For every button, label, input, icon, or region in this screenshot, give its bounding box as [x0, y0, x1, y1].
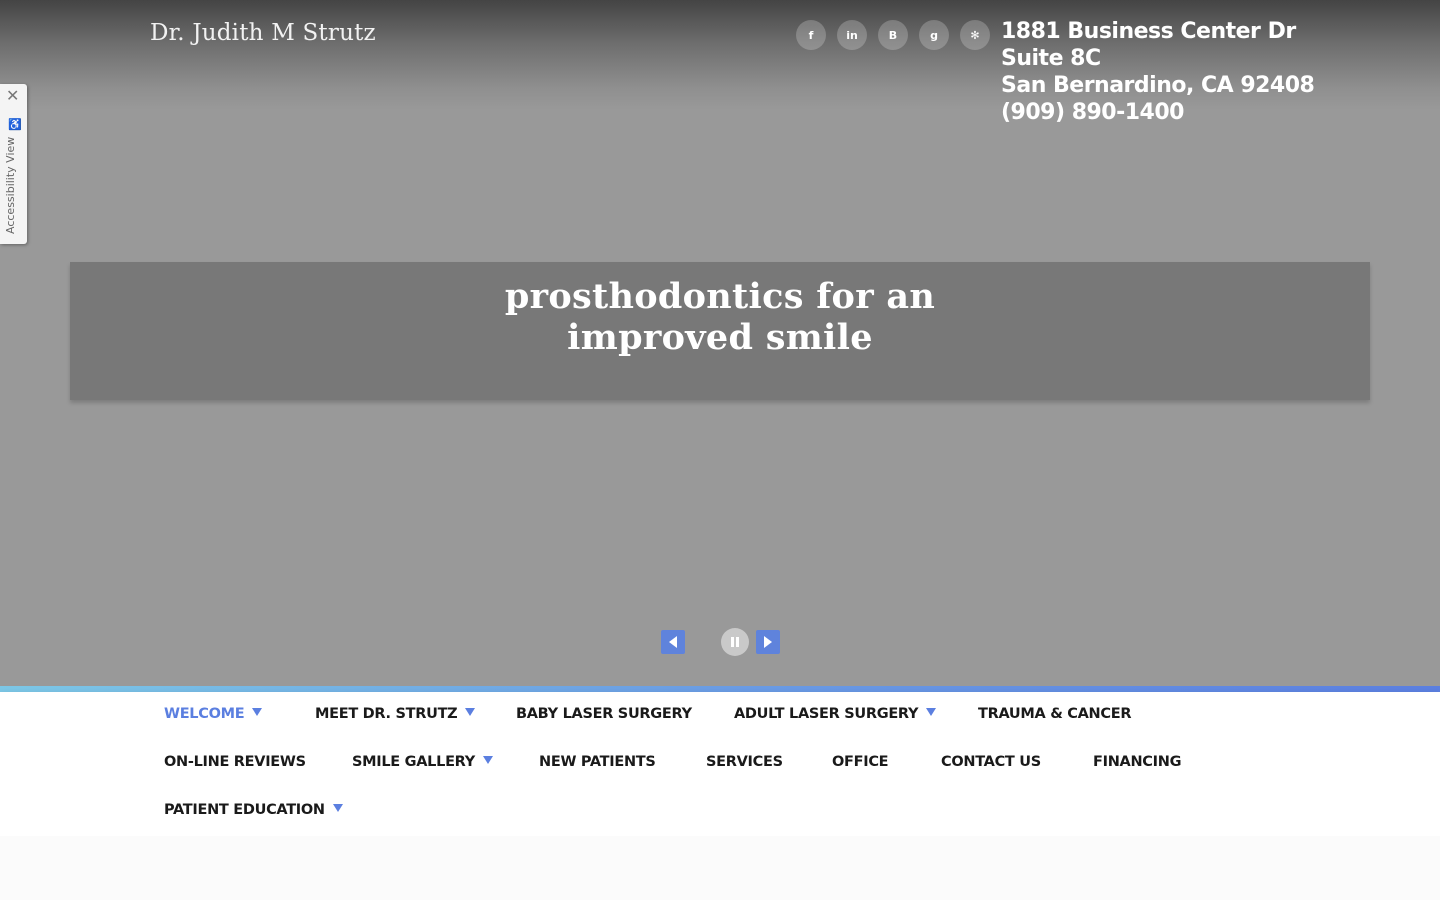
pause-slideshow-button[interactable] [721, 628, 749, 656]
office-address: 1881 Business Center Dr Suite 8C San Ber… [1001, 18, 1315, 126]
yelp-icon[interactable]: ✻ [960, 20, 990, 50]
blogger-icon[interactable]: B [878, 20, 908, 50]
address-suite: Suite 8C [1001, 46, 1101, 71]
nav-item-label: WELCOME [164, 706, 245, 722]
page-content-area [0, 836, 1440, 900]
previous-slide-button[interactable] [661, 630, 685, 654]
hero-slideshow: Dr. Judith M Strutz f in B g ✻ 1881 Busi… [0, 0, 1440, 686]
facebook-icon[interactable]: f [796, 20, 826, 50]
accessibility-view-label[interactable]: Accessibility View [4, 137, 22, 234]
nav-item-services[interactable]: SERVICES [706, 754, 783, 770]
chevron-down-icon [465, 708, 476, 716]
slider-controls [0, 628, 1440, 656]
phone-number[interactable]: (909) 890-1400 [1001, 99, 1314, 126]
linkedin-icon[interactable]: in [837, 20, 867, 50]
nav-item-label: BABY LASER SURGERY [516, 706, 692, 722]
nav-item-label: SERVICES [706, 754, 783, 770]
pause-icon [731, 637, 734, 647]
hero-caption-line2: improved smile [567, 317, 873, 358]
nav-item-baby-laser-surgery[interactable]: BABY LASER SURGERY [516, 706, 692, 722]
address-city: San Bernardino, CA 92408 [1001, 73, 1315, 98]
nav-item-patient-education[interactable]: PATIENT EDUCATION [164, 802, 343, 818]
nav-item-label: TRAUMA & CANCER [978, 706, 1132, 722]
nav-item-label: SMILE GALLERY [352, 754, 475, 770]
nav-item-label: ADULT LASER SURGERY [734, 706, 919, 722]
hero-caption-line1: prosthodontics for an [504, 276, 936, 317]
nav-item-label: PATIENT EDUCATION [164, 802, 325, 818]
nav-item-trauma-cancer[interactable]: TRAUMA & CANCER [978, 706, 1132, 722]
chevron-down-icon [926, 708, 937, 716]
hero-caption: prosthodontics for an improved smile [70, 276, 1370, 358]
nav-item-label: MEET DR. STRUTZ [315, 706, 458, 722]
nav-item-label: FINANCING [1093, 754, 1182, 770]
arrow-right-icon [764, 636, 772, 648]
nav-item-welcome[interactable]: WELCOME [164, 706, 263, 722]
site-title[interactable]: Dr. Judith M Strutz [150, 20, 376, 46]
accessibility-view-tab[interactable]: ✕ ♿ Accessibility View [0, 84, 27, 244]
nav-item-contact-us[interactable]: CONTACT US [941, 754, 1041, 770]
chevron-down-icon [252, 708, 263, 716]
chevron-down-icon [482, 756, 493, 764]
nav-item-label: ON-LINE REVIEWS [164, 754, 306, 770]
nav-item-new-patients[interactable]: NEW PATIENTS [539, 754, 656, 770]
nav-item-financing[interactable]: FINANCING [1093, 754, 1181, 770]
nav-item-smile-gallery[interactable]: SMILE GALLERY [352, 754, 493, 770]
close-icon[interactable]: ✕ [6, 87, 19, 105]
main-navigation: WELCOME MEET DR. STRUTZ BABY LASER SURGE… [0, 692, 1440, 836]
accessibility-icon: ♿ [8, 119, 22, 131]
nav-item-label: CONTACT US [941, 754, 1041, 770]
next-slide-button[interactable] [756, 630, 780, 654]
google-plus-icon[interactable]: g [919, 20, 949, 50]
address-street: 1881 Business Center Dr [1001, 19, 1296, 44]
chevron-down-icon [332, 804, 343, 812]
pause-icon-bar [736, 637, 739, 647]
hero-caption-banner: prosthodontics for an improved smile [70, 262, 1370, 400]
arrow-left-icon [669, 636, 677, 648]
nav-item-office[interactable]: OFFICE [832, 754, 889, 770]
social-links: f in B g ✻ [796, 20, 990, 50]
nav-item-online-reviews[interactable]: ON-LINE REVIEWS [164, 754, 306, 770]
nav-item-meet-dr-strutz[interactable]: MEET DR. STRUTZ [315, 706, 476, 722]
nav-item-adult-laser-surgery[interactable]: ADULT LASER SURGERY [734, 706, 937, 722]
nav-item-label: OFFICE [832, 754, 889, 770]
nav-item-label: NEW PATIENTS [539, 754, 656, 770]
